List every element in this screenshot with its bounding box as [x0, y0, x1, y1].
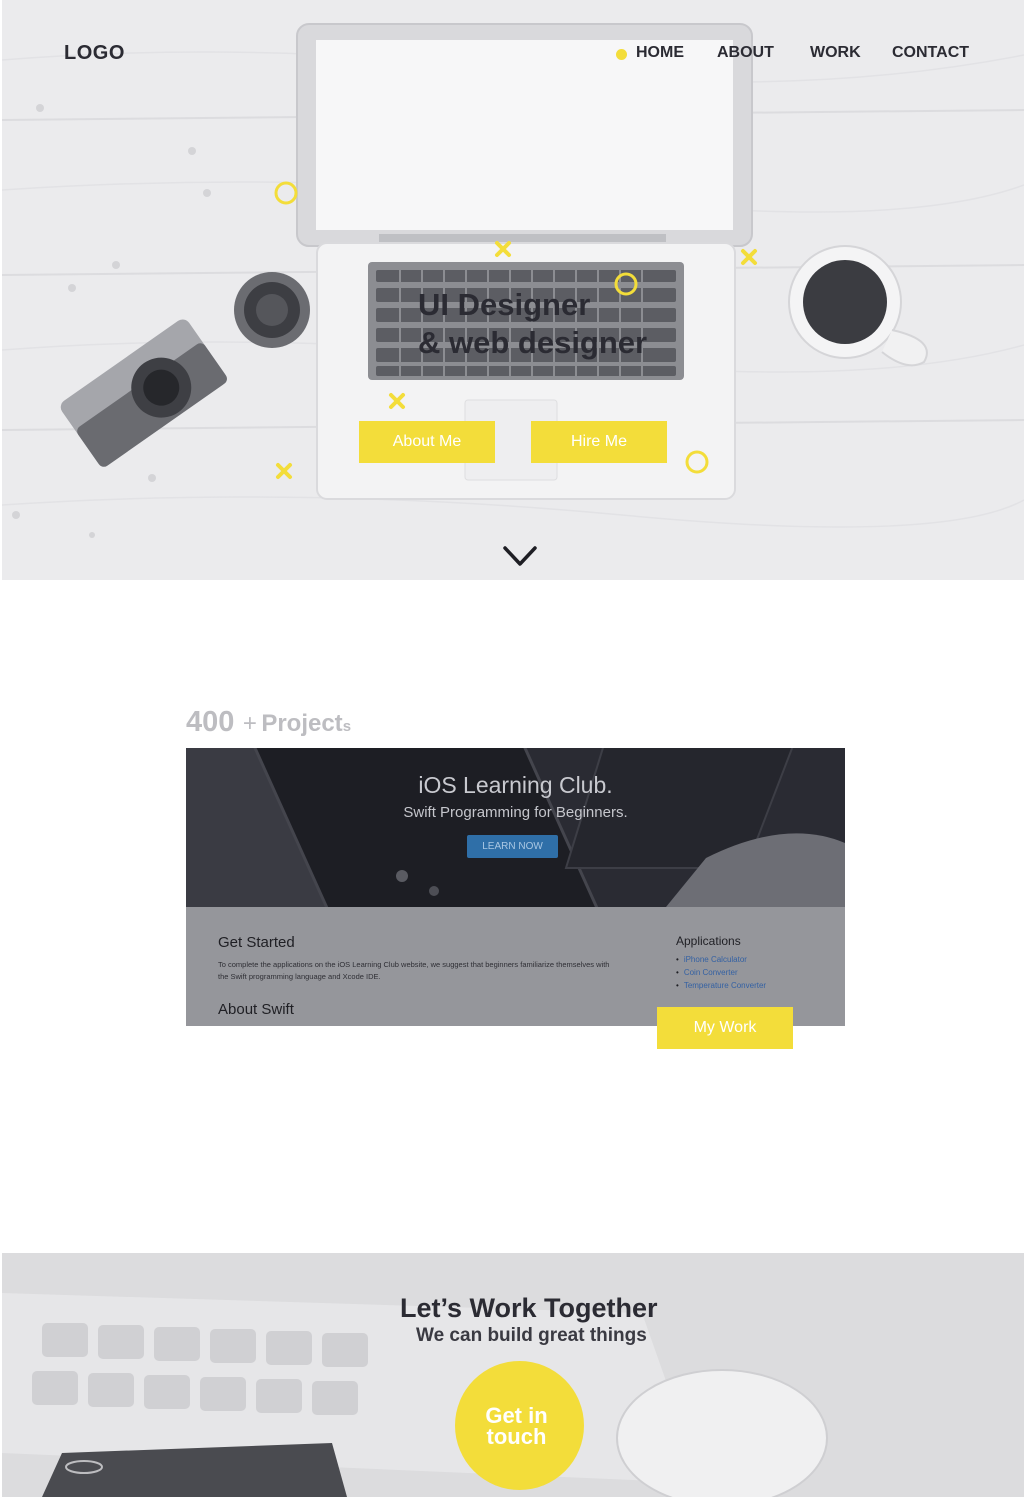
nav-contact[interactable]: CONTACT [892, 44, 969, 62]
preview-title: iOS Learning Club. [418, 772, 613, 798]
projects-count-plus: + [242, 710, 257, 737]
nav-work[interactable]: WORK [810, 44, 861, 62]
hero-section: LOGO HOME ABOUT WORK CONTACT UI Designer… [2, 0, 1024, 580]
application-link[interactable]: Coin Converter [676, 966, 766, 979]
contact-section: Let’s Work Together We can build great t… [2, 1253, 1024, 1497]
hire-me-button[interactable]: Hire Me [531, 421, 667, 463]
project-preview[interactable]: iOS Learning Club. Swift Programming for… [186, 748, 845, 1026]
hero-title-line2: & web designer [418, 325, 648, 360]
applications-heading: Applications [676, 934, 741, 948]
projects-count-label: Project [261, 710, 343, 737]
contact-subtitle: We can build great things [416, 1325, 647, 1346]
projects-count-number: 400 [186, 706, 235, 738]
learn-now-button[interactable]: LEARN NOW [467, 835, 558, 858]
get-started-heading: Get Started [218, 934, 295, 951]
projects-count-suffix: s [342, 718, 352, 735]
nav-about[interactable]: ABOUT [717, 44, 774, 62]
chevron-down-icon[interactable] [502, 544, 538, 570]
project-preview-hero: iOS Learning Club. Swift Programming for… [186, 748, 845, 907]
get-in-touch-button[interactable]: Get in touch [455, 1361, 584, 1490]
preview-subtitle: Swift Programming for Beginners. [403, 804, 628, 821]
hero-title-line1: UI Designer [418, 287, 591, 322]
about-me-button[interactable]: About Me [359, 421, 495, 463]
about-swift-heading: About Swift [218, 1001, 294, 1018]
my-work-button[interactable]: My Work [657, 1007, 793, 1049]
application-link[interactable]: Temperature Converter [676, 979, 766, 992]
applications-list: iPhone Calculator Coin Converter Tempera… [676, 953, 766, 992]
get-in-touch-line2: touch [486, 1423, 547, 1449]
hero-title: UI Designer & web designer [418, 286, 647, 362]
get-in-touch-label: Get in touch [485, 1404, 547, 1449]
contact-title: Let’s Work Together [400, 1293, 658, 1323]
active-nav-indicator [616, 49, 627, 60]
application-link[interactable]: iPhone Calculator [676, 953, 766, 966]
site-logo[interactable]: LOGO [64, 42, 125, 65]
projects-count: 400 + Projects [186, 706, 351, 739]
nav-home[interactable]: HOME [636, 44, 684, 62]
get-started-text: To complete the applications on the iOS … [218, 960, 610, 981]
